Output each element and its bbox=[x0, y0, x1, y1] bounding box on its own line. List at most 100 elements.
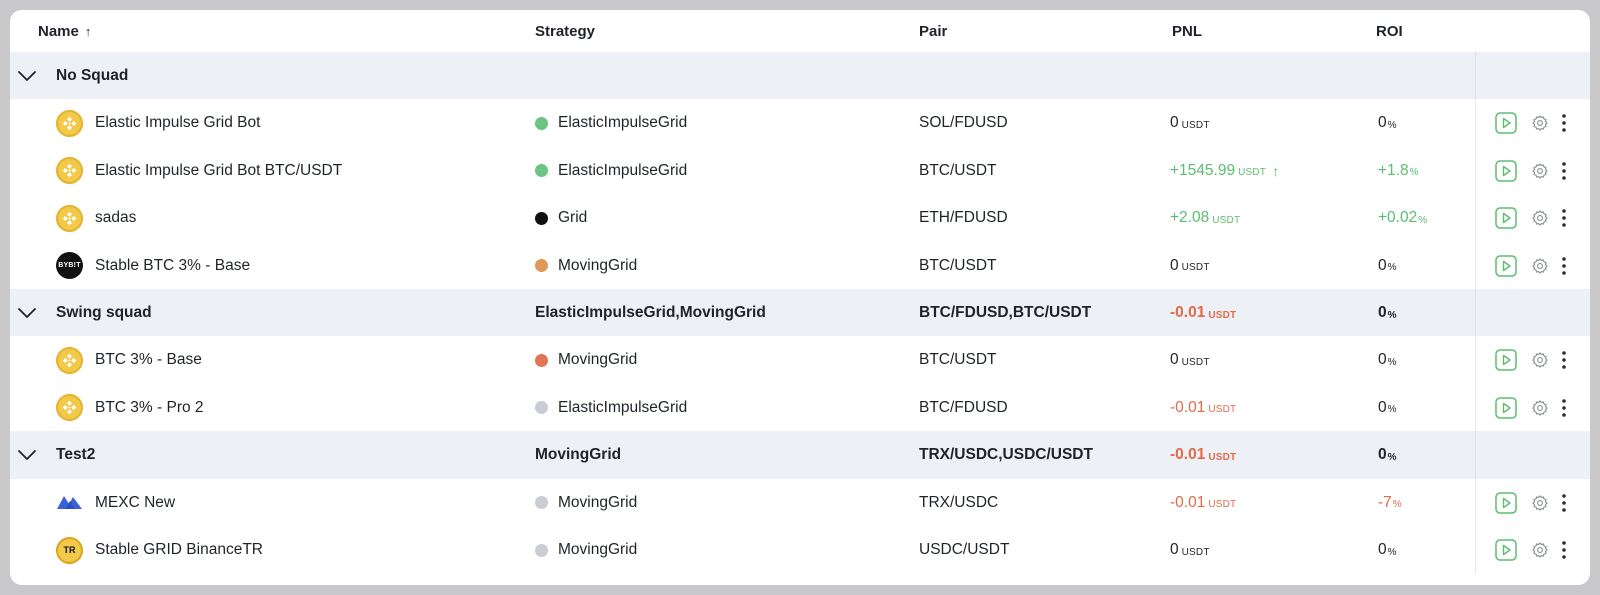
bot-row[interactable]: BTC 3% - Base MovingGrid BTC/USDT 0 USDT 0% bbox=[10, 336, 1590, 385]
bot-pnl: 0 USDT bbox=[1170, 526, 1210, 574]
more-vertical-icon[interactable] bbox=[1561, 256, 1567, 276]
gear-icon[interactable] bbox=[1531, 541, 1549, 559]
binance-icon bbox=[56, 346, 83, 374]
group-roi-value: 0 bbox=[1378, 446, 1387, 464]
bot-pair: BTC/USDT bbox=[919, 256, 997, 274]
bot-row[interactable]: BYB!T Stable BTC 3% - Base MovingGrid BTC/U… bbox=[10, 241, 1590, 290]
play-icon[interactable] bbox=[1495, 112, 1517, 135]
bot-row[interactable]: TR Stable GRID BinanceTR MovingGrid USDC/US… bbox=[10, 526, 1590, 574]
more-vertical-icon[interactable] bbox=[1561, 161, 1567, 181]
more-vertical-icon[interactable] bbox=[1561, 113, 1567, 133]
bot-name[interactable]: BTC 3% - Pro 2 bbox=[95, 399, 204, 417]
chevron-down-icon[interactable] bbox=[16, 445, 38, 465]
play-icon[interactable] bbox=[1495, 349, 1517, 372]
bot-name-cell: sadas bbox=[56, 194, 136, 242]
play-icon[interactable] bbox=[1495, 254, 1517, 277]
bot-name[interactable]: sadas bbox=[95, 209, 136, 227]
bot-name-cell: TR Stable GRID BinanceTR bbox=[56, 526, 263, 574]
bot-pnl: -0.01 USDT bbox=[1170, 384, 1236, 432]
bot-row[interactable]: Elastic Impulse Grid Bot BTC/USDT Elastic… bbox=[10, 146, 1590, 195]
bot-pnl-value: 0 bbox=[1170, 351, 1179, 369]
bot-row[interactable]: BTC 3% - Pro 2 ElasticImpulseGrid BTC/FDUS… bbox=[10, 383, 1590, 432]
bot-row[interactable]: Elastic Impulse Grid Bot ElasticImpulseGr… bbox=[10, 99, 1590, 148]
group-row[interactable]: No Squad bbox=[10, 52, 1590, 100]
bot-name[interactable]: Elastic Impulse Grid Bot BTC/USDT bbox=[95, 162, 342, 180]
bot-strategy-label: ElasticImpulseGrid bbox=[558, 398, 688, 416]
more-vertical-icon[interactable] bbox=[1561, 493, 1567, 513]
gear-icon[interactable] bbox=[1531, 162, 1549, 180]
binance-icon bbox=[56, 394, 83, 422]
bot-roi: +0.02% bbox=[1378, 194, 1427, 242]
bot-pair: BTC/USDT bbox=[919, 161, 997, 179]
bot-roi-value: 0 bbox=[1378, 256, 1387, 274]
gear-icon[interactable] bbox=[1531, 351, 1549, 369]
group-strategy: MovingGrid bbox=[535, 446, 622, 464]
bot-strategy: MovingGrid bbox=[535, 336, 637, 384]
bot-roi-unit: % bbox=[1387, 404, 1397, 416]
group-row[interactable]: Swing squad ElasticImpulseGrid,MovingGrid… bbox=[10, 289, 1590, 337]
play-icon[interactable] bbox=[1495, 160, 1517, 182]
group-pnl: -0.01 USDT bbox=[1170, 431, 1236, 479]
gear-icon[interactable] bbox=[1531, 399, 1549, 417]
bot-roi: -7% bbox=[1378, 479, 1402, 527]
bot-row[interactable]: MEXC New MovingGrid TRX/USDC -0.01 USDT -7% bbox=[10, 478, 1590, 527]
bot-roi-value: 0 bbox=[1378, 541, 1387, 558]
bot-roi-unit: % bbox=[1387, 119, 1397, 131]
bot-pair: ETH/FDUSD bbox=[919, 209, 1008, 227]
column-header-name-label: Name bbox=[38, 22, 79, 40]
strategy-status-dot bbox=[535, 116, 548, 130]
bot-name[interactable]: Elastic Impulse Grid Bot bbox=[95, 114, 260, 132]
bot-roi: 0% bbox=[1378, 336, 1397, 384]
bot-pnl-unit: USDT bbox=[1212, 214, 1241, 226]
bot-row[interactable]: sadas Grid ETH/FDUSD +2.08 USDT +0.02% bbox=[10, 194, 1590, 243]
strategy-status-dot bbox=[535, 164, 548, 178]
bot-strategy: ElasticImpulseGrid bbox=[535, 384, 687, 432]
bot-name[interactable]: Stable BTC 3% - Base bbox=[95, 257, 250, 275]
bot-pair: BTC/USDT bbox=[919, 351, 997, 369]
more-vertical-icon[interactable] bbox=[1561, 208, 1567, 228]
more-vertical-icon[interactable] bbox=[1561, 398, 1567, 418]
column-header-pnl[interactable]: PNL bbox=[1172, 10, 1202, 52]
bot-roi-unit: % bbox=[1418, 214, 1428, 226]
more-vertical-icon[interactable] bbox=[1561, 350, 1567, 370]
column-header-roi[interactable]: ROI bbox=[1376, 10, 1403, 52]
column-header-strategy[interactable]: Strategy bbox=[535, 10, 595, 52]
table-header: Name ↑ Strategy Pair PNL ROI bbox=[10, 10, 1590, 52]
bot-strategy: MovingGrid bbox=[535, 479, 637, 527]
chevron-down-icon[interactable] bbox=[16, 303, 38, 323]
chevron-down-icon[interactable] bbox=[16, 66, 38, 86]
gear-icon[interactable] bbox=[1531, 494, 1549, 512]
group-roi: 0% bbox=[1378, 289, 1397, 337]
bot-pnl-unit: USDT bbox=[1181, 546, 1210, 558]
group-row[interactable]: Test2 MovingGrid TRX/USDC,USDC/USDT -0.01 US… bbox=[10, 431, 1590, 480]
play-icon[interactable] bbox=[1495, 539, 1517, 561]
mexc-icon bbox=[56, 489, 83, 516]
bot-name[interactable]: MEXC New bbox=[95, 494, 175, 512]
row-actions bbox=[1475, 526, 1590, 574]
column-header-name[interactable]: Name ↑ bbox=[38, 10, 91, 52]
play-icon[interactable] bbox=[1495, 491, 1517, 514]
group-pnl-value: -0.01 bbox=[1170, 304, 1206, 321]
play-icon[interactable] bbox=[1495, 397, 1517, 419]
binance-icon bbox=[56, 204, 83, 232]
strategy-status-dot bbox=[535, 496, 548, 510]
row-actions bbox=[1475, 241, 1590, 290]
bot-roi-value: +1.8 bbox=[1378, 161, 1409, 179]
group-pnl: -0.01 USDT bbox=[1170, 289, 1236, 337]
bot-roi-value: 0 bbox=[1378, 351, 1387, 369]
column-header-pair[interactable]: Pair bbox=[919, 10, 947, 52]
bot-pnl-unit: USDT bbox=[1238, 167, 1267, 179]
group-pnl-unit: USDT bbox=[1208, 309, 1237, 321]
bots-table: Name ↑ Strategy Pair PNL ROI No Squad Ela… bbox=[10, 10, 1590, 585]
bot-pnl-unit: USDT bbox=[1181, 119, 1210, 131]
gear-icon[interactable] bbox=[1531, 209, 1549, 227]
bot-pnl: -0.01 USDT bbox=[1170, 479, 1236, 527]
gear-icon[interactable] bbox=[1531, 114, 1549, 132]
more-vertical-icon[interactable] bbox=[1561, 540, 1567, 560]
sort-ascending-icon[interactable]: ↑ bbox=[85, 24, 92, 39]
gear-icon[interactable] bbox=[1531, 257, 1549, 275]
play-icon[interactable] bbox=[1495, 207, 1517, 229]
bot-name-cell: BTC 3% - Base bbox=[56, 336, 202, 384]
bot-name[interactable]: BTC 3% - Base bbox=[95, 351, 202, 369]
bot-name[interactable]: Stable GRID BinanceTR bbox=[95, 541, 263, 559]
